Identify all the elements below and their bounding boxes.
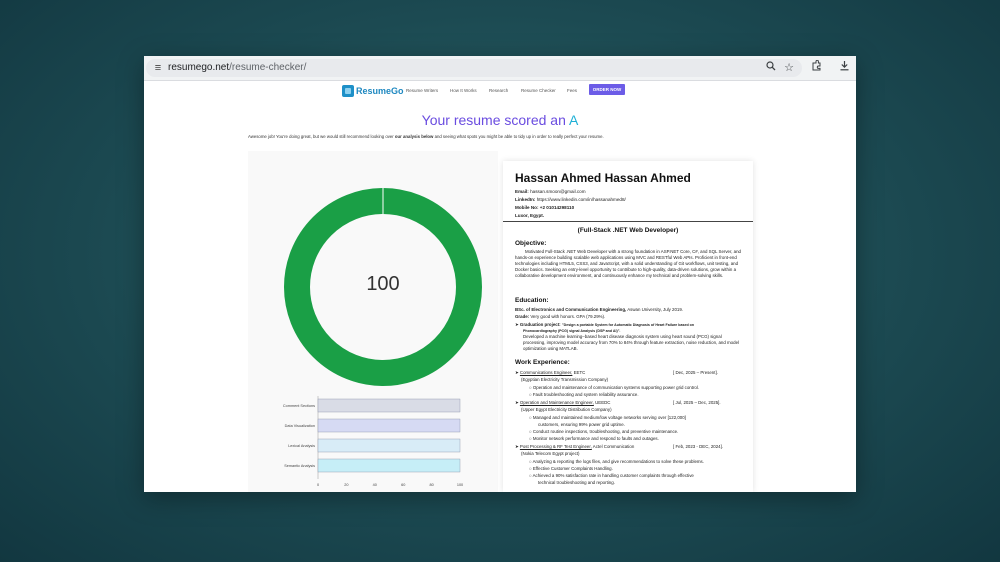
analysis-bar-svg: Comment Sections Data Visualization Lexica…: [283, 396, 463, 487]
resume-email: Email: hassan.smoon@gmail.com: [515, 189, 586, 194]
bar-category-label: Lexical Analysis: [288, 444, 315, 448]
job-bullet: ○ Monitor network performance and respon…: [529, 436, 659, 441]
zoom-icon[interactable]: [763, 60, 779, 76]
job-org: (Egyptian Electricity Transmission Compa…: [521, 377, 609, 382]
job-date: [ Jul, 2025 – Dec, 2025].: [673, 400, 721, 405]
bar-category-label: Semantic Analysis: [284, 464, 315, 468]
bar-category-label: Comment Sections: [283, 404, 315, 408]
job-bullet: ○ Operation and maintenance of communica…: [529, 385, 700, 390]
job-title: Communications Engineer,: [519, 370, 573, 375]
resume-name: Hassan Ahmed Hassan Ahmed: [515, 171, 691, 185]
bookmark-star-icon[interactable]: ☆: [781, 60, 797, 76]
bar-category-label: Data Visualization: [285, 424, 315, 428]
download-icon[interactable]: [836, 60, 852, 76]
education-heading: Education:: [515, 297, 549, 304]
intro-before: Awesome job! You're doing great, but we …: [248, 134, 395, 139]
resume-location: Luxor, Egypt.: [515, 213, 545, 218]
objective-heading: Objective:: [515, 240, 547, 247]
job-company: EETC: [572, 370, 586, 375]
score-donut-value: 100: [366, 273, 400, 295]
job-date: [ Feb, 2023 - DEC, 2024].: [673, 444, 724, 449]
analysis-panel: 100 Comment Sections Data Visualization Le…: [248, 151, 498, 492]
job-title: Operation and Maintenance Engineer,: [519, 400, 594, 405]
nav-resume-writers[interactable]: Resume Writers: [406, 88, 438, 93]
job-bullet: ○ Managed and maintained medium/low volt…: [529, 415, 686, 420]
education-grade: Grade: Very good with honors. GPA (79.29…: [515, 314, 606, 319]
bar-tick-label: 20: [344, 483, 348, 487]
analysis-bar-chart: Comment Sections Data Visualization Lexica…: [258, 391, 498, 491]
job-company: UEEDC: [593, 400, 611, 405]
url-text[interactable]: resumego.net/resume-checker/: [168, 62, 306, 73]
nav-fees[interactable]: Fees: [567, 88, 577, 93]
objective-text: Motivated Full-Stack .NET Web Developer …: [515, 249, 741, 278]
resume-linkedin: LinkedIn: https://www.linkedin.com/in/ha…: [515, 197, 626, 202]
browser-window: ≡ resumego.net/resume-checker/ ☆ ResumeG…: [144, 56, 856, 492]
job-bullet: ○ Analyzing & reporting the logs files, …: [529, 459, 704, 464]
nav-research[interactable]: Research: [489, 88, 508, 93]
resume-mobile: Mobile No: +2 01014298110: [515, 205, 575, 210]
job-title-line: ➤ Operation and Maintenance Engineer, UE…: [515, 400, 611, 405]
site-info-icon[interactable]: ≡: [151, 61, 165, 75]
intro-text: Awesome job! You're doing great, but we …: [248, 134, 788, 139]
score-donut-chart: 100: [278, 187, 488, 387]
bar-tick-label: 60: [401, 483, 405, 487]
job-org: (Upper Egypt Electricity Distribution Co…: [521, 407, 612, 412]
resume-role: (Full-Stack .NET Web Developer): [577, 227, 679, 234]
address-bar[interactable]: ≡ resumego.net/resume-checker/: [146, 59, 802, 77]
logo-text: ResumeGo: [356, 86, 404, 96]
job-title-line: ➤ Communications Engineer, EETC: [515, 370, 586, 375]
job-date: [ Dec, 2025 – Present].: [673, 370, 718, 375]
site-logo[interactable]: ResumeGo: [342, 83, 404, 99]
bar-tick-label: 0: [317, 483, 319, 487]
site-header: ResumeGo Resume Writers How It Works Res…: [144, 81, 856, 103]
job-title: Post Processing & RF Test Engineer,: [519, 444, 592, 449]
bar-tick-label: 40: [373, 483, 377, 487]
resume-divider: [503, 221, 753, 222]
extensions-icon[interactable]: [808, 59, 824, 76]
bar-mark: [317, 458, 461, 473]
job-bullet: ○ Fault troubleshooting and system relia…: [529, 392, 639, 397]
grad-project-title-2: Phonocardiography (PCG) signal Analysis …: [523, 329, 621, 333]
work-heading: Work Experience:: [515, 359, 570, 366]
bar-mark: [317, 398, 461, 413]
url-path: /resume-checker/: [229, 62, 307, 73]
url-host: resumego.net: [168, 62, 230, 73]
order-now-button[interactable]: ORDER NOW: [589, 84, 625, 95]
intro-after: and seeing what spots you might be able …: [433, 134, 604, 139]
job-company: Actel Communication: [591, 444, 635, 449]
job-bullet: ○ Achieved a 90% satisfaction rate in ha…: [529, 473, 694, 478]
bar-tick-label: 80: [429, 483, 433, 487]
intro-bold: our analysis below: [394, 134, 434, 139]
bar-mark: [317, 418, 461, 433]
education-degree: BSc. of Electronics and Communication En…: [515, 307, 684, 312]
job-bullet: ○ Effective Customer Complaints Handling…: [529, 466, 613, 471]
job-bullet: technical troubleshooting and reporting.: [538, 480, 615, 485]
bar-tick-label: 100: [457, 483, 463, 487]
resume-preview: Hassan Ahmed Hassan Ahmed Email: hassan.…: [503, 161, 753, 492]
nav-how-it-works[interactable]: How It Works: [450, 88, 477, 93]
score-grade: A: [569, 112, 579, 128]
browser-toolbar: ≡ resumego.net/resume-checker/ ☆: [144, 56, 856, 81]
nav-resume-checker[interactable]: Resume Checker: [521, 88, 556, 93]
job-org: (Nokia Telecom Egypt project): [521, 451, 580, 456]
job-bullet: customers, ensuring 99% power grid uptim…: [538, 422, 625, 427]
bar-mark: [317, 438, 461, 453]
job-title-line: ➤ Post Processing & RF Test Engineer, Ac…: [515, 444, 635, 449]
grad-project-desc: Developed a machine learning–based heart…: [523, 334, 739, 351]
job-bullet: ○ Conduct routine inspections, troublesh…: [529, 429, 679, 434]
logo-icon: [342, 85, 354, 97]
title-prefix: Your resume scored an: [421, 112, 566, 128]
page-title: Your resume scored an A: [144, 112, 856, 128]
